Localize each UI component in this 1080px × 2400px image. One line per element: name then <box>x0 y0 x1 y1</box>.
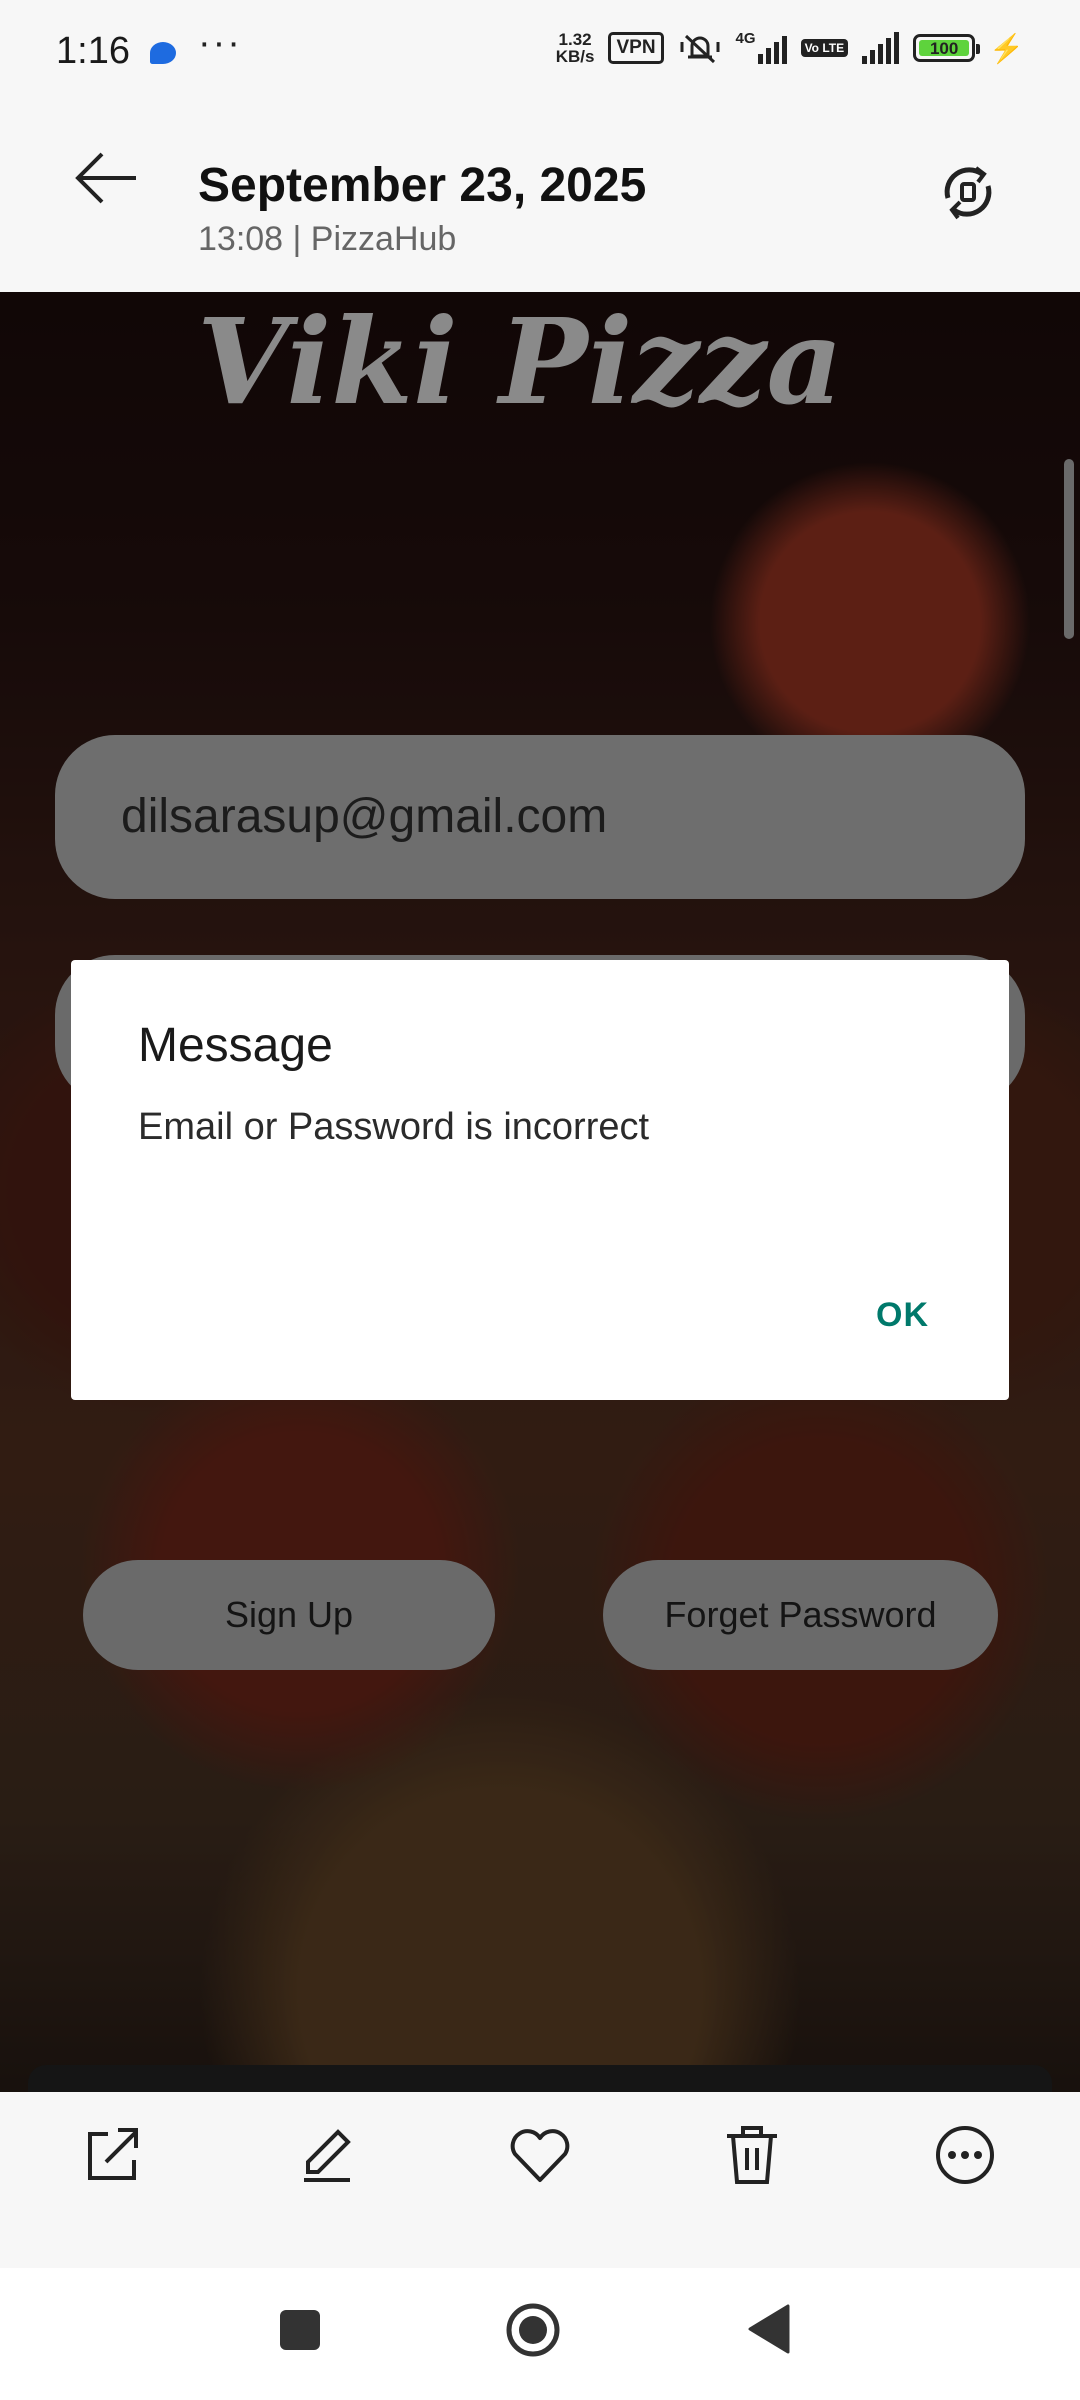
back-arrow-icon[interactable] <box>72 148 142 208</box>
app-logo-title: Viki Pizza <box>196 292 843 431</box>
recent-apps-icon[interactable] <box>278 2308 322 2352</box>
edit-icon[interactable] <box>292 2120 362 2190</box>
network-speed-unit: KB/s <box>555 47 595 66</box>
mute-vibrate-icon <box>680 34 720 64</box>
network-speed-value: 1.32 <box>558 30 592 49</box>
page-title: September 23, 2025 <box>198 159 647 212</box>
home-icon[interactable] <box>505 2302 561 2358</box>
dialog-message: Email or Password is incorrect <box>138 1106 650 1148</box>
battery-level: 100 <box>929 39 959 58</box>
forget-password-button[interactable]: Forget Password <box>603 1560 998 1670</box>
dialog-title: Message <box>138 1019 333 1072</box>
signal-bars-icon <box>757 32 787 64</box>
network-speed: 1.32 KB/s <box>556 31 595 65</box>
page-subtitle: 13:08 | PizzaHub <box>198 220 457 258</box>
sign-up-button[interactable]: Sign Up <box>83 1560 495 1670</box>
bottom-banner <box>28 2065 1052 2092</box>
share-icon[interactable] <box>78 2120 148 2190</box>
system-nav-bar <box>0 2268 1080 2400</box>
signal-bars-icon-2 <box>862 32 900 64</box>
volte-badge: Vo LTE <box>800 39 849 57</box>
viewer-header: September 23, 2025 13:08 | PizzaHub <box>0 108 1080 292</box>
more-icon[interactable] <box>930 2120 1000 2190</box>
charging-icon: ⚡ <box>989 32 1024 64</box>
back-nav-icon[interactable] <box>748 2304 790 2354</box>
favorite-icon[interactable] <box>505 2120 575 2190</box>
ok-button[interactable]: OK <box>876 1296 929 1335</box>
signal-4g: 4G <box>735 30 787 64</box>
message-dialog: Message Email or Password is incorrect O… <box>71 960 1009 1400</box>
status-bar: 1:16 ··· 1.32 KB/s VPN 4G Vo LTE 100 ⚡ <box>0 0 1080 108</box>
battery-icon: 100 <box>913 34 981 62</box>
delete-icon[interactable] <box>717 2120 787 2190</box>
rotate-icon[interactable] <box>936 160 1000 224</box>
status-icons: 1.32 KB/s VPN 4G Vo LTE 100 ⚡ <box>556 30 1024 66</box>
more-notifications-icon: ··· <box>198 22 242 64</box>
message-notification-icon <box>150 42 176 64</box>
action-bar <box>0 2092 1080 2268</box>
email-field[interactable]: dilsarasup@gmail.com <box>55 735 1025 899</box>
status-time: 1:16 <box>56 30 130 72</box>
vpn-badge: VPN <box>608 32 664 64</box>
network-type: 4G <box>735 30 756 47</box>
scrollbar[interactable] <box>1064 459 1074 639</box>
